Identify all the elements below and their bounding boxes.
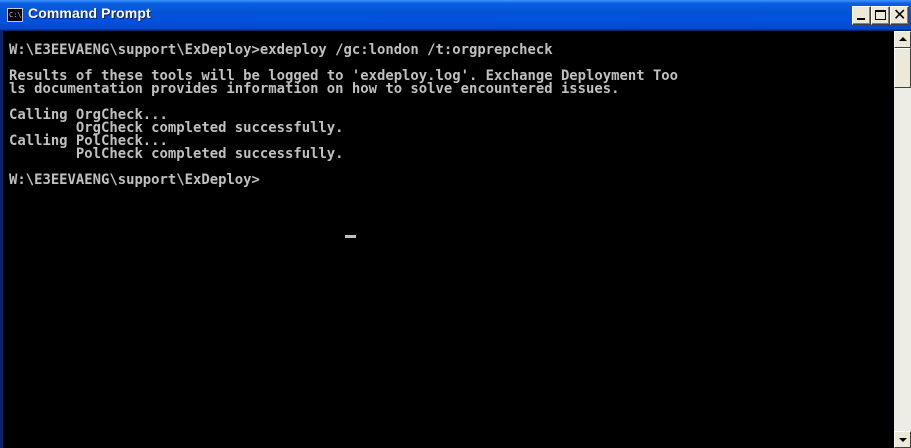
scrollbar-thumb[interactable] [894, 48, 911, 88]
minimize-icon [857, 18, 865, 20]
window-title: Command Prompt [28, 5, 151, 21]
arrow-up-icon [899, 37, 907, 41]
command-prompt-window: C:\ Command Prompt ✕ W:\E3EEVAENG\suppor… [0, 0, 911, 448]
minimize-button[interactable] [852, 6, 871, 25]
close-icon: ✕ [893, 5, 907, 24]
command-prompt-icon[interactable]: C:\ [7, 8, 23, 22]
console-line: PolCheck completed successfully. [9, 146, 344, 162]
vertical-scrollbar[interactable] [894, 31, 911, 448]
console-prompt: W:\E3EEVAENG\support\ExDeploy> [9, 172, 260, 188]
text-cursor [345, 235, 356, 238]
scroll-down-button[interactable] [894, 431, 911, 448]
title-bar[interactable]: C:\ Command Prompt ✕ [0, 0, 911, 30]
close-button[interactable]: ✕ [890, 6, 909, 25]
scroll-up-button[interactable] [894, 31, 911, 48]
maximize-button[interactable] [871, 6, 890, 25]
console-line: W:\E3EEVAENG\support\ExDeploy>exdeploy /… [9, 42, 553, 58]
arrow-down-icon [899, 438, 907, 442]
console-output[interactable]: W:\E3EEVAENG\support\ExDeploy>exdeploy /… [3, 31, 894, 448]
maximize-icon [875, 10, 886, 20]
console-line: ls documentation provides information on… [9, 81, 620, 97]
